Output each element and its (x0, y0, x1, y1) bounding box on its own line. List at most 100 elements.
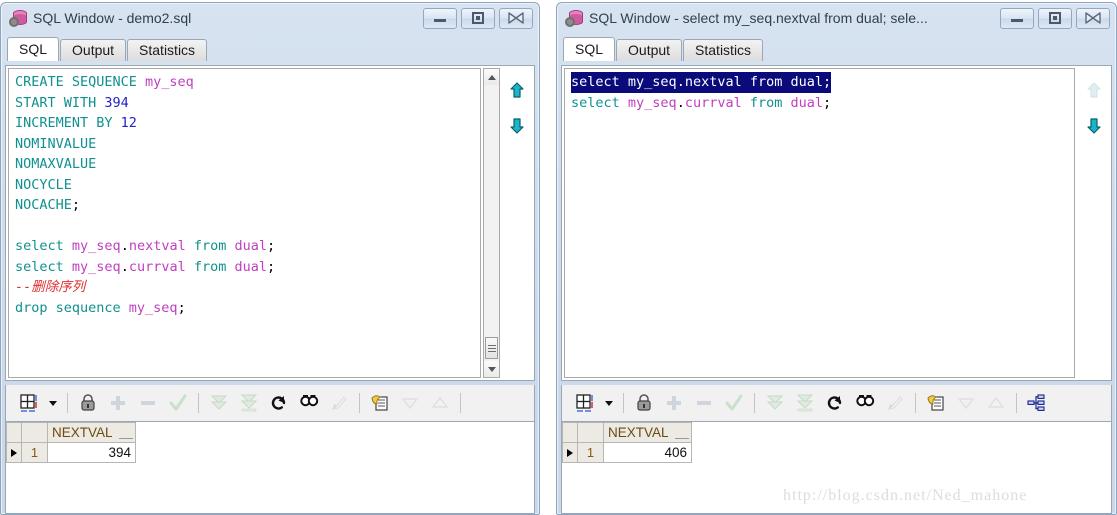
code-token: CREATE SEQUENCE (15, 74, 146, 90)
maximize-button-left[interactable] (461, 7, 495, 29)
previous-statement-icon-right[interactable] (1084, 80, 1104, 100)
result-grid-panel-right[interactable]: NEXTVAL 1 406 (561, 421, 1112, 514)
code-token: NOCYCLE (15, 176, 72, 193)
lock-icon[interactable] (73, 388, 103, 418)
result-table-left[interactable]: NEXTVAL 1 394 (6, 422, 136, 463)
copy-to-clipboard-icon[interactable] (921, 388, 951, 418)
post-changes-icon (719, 388, 749, 418)
code-line[interactable]: NOCACHE; (15, 195, 480, 216)
remove-record-icon (133, 388, 163, 418)
code-line[interactable]: select my_seq.nextval from dual; (571, 72, 1074, 93)
tab-statistics-right[interactable]: Statistics (683, 39, 764, 61)
toolbar-separator (62, 388, 73, 418)
tab-sql-right[interactable]: SQL (563, 37, 616, 61)
code-line[interactable]: drop sequence my_seq; (15, 298, 480, 319)
column-header-nextval[interactable]: NEXTVAL (47, 422, 136, 443)
result-table-right[interactable]: NEXTVAL 1 406 (562, 422, 692, 463)
minimize-button-right[interactable] (1000, 7, 1034, 29)
dropdown-arrow-icon[interactable] (44, 388, 62, 418)
code-line[interactable]: START WITH 394 (15, 93, 480, 114)
table-row[interactable]: 1 406 (562, 442, 692, 463)
result-toolbar-left[interactable] (5, 385, 535, 421)
tab-statistics-left[interactable]: Statistics (127, 39, 208, 61)
titlebar-left[interactable]: SQL Window - demo2.sql (1, 3, 539, 33)
tab-sql-left[interactable]: SQL (7, 37, 60, 61)
minimize-button-left[interactable] (423, 7, 457, 29)
editor-panel-right: select my_seq.nextval from dual; select m… (561, 65, 1112, 381)
tab-output-right[interactable]: Output (616, 39, 683, 61)
scroll-up-arrow-left[interactable] (484, 69, 499, 85)
column-header-nextval[interactable]: NEXTVAL (603, 422, 692, 443)
table-row[interactable]: 1 394 (6, 442, 136, 463)
code-line[interactable]: CREATE SEQUENCE my_seq (15, 72, 480, 93)
result-value-cell[interactable]: 406 (603, 442, 692, 463)
code-line[interactable]: NOMAXVALUE (15, 154, 480, 175)
row-number-cell: 1 (21, 442, 48, 463)
result-grid-panel-left[interactable]: NEXTVAL 1 394 (5, 421, 535, 514)
titlebar-right[interactable]: SQL Window - select my_seq.nextval from … (557, 3, 1116, 33)
tabstrip-left[interactable]: SQL Output Statistics (1, 37, 539, 61)
grid-layout-icon[interactable] (570, 388, 600, 418)
next-statement-icon-right[interactable] (1084, 116, 1104, 136)
refresh-icon[interactable] (264, 388, 294, 418)
row-number-header (21, 422, 48, 443)
lock-icon[interactable] (629, 388, 659, 418)
dropdown-arrow-icon[interactable] (600, 388, 618, 418)
code-token: select (571, 74, 628, 90)
code-token: from (741, 94, 791, 111)
current-row-marker-icon (562, 442, 578, 463)
code-line[interactable]: --删除序列 (15, 277, 480, 298)
result-value-cell[interactable]: 394 (47, 442, 136, 463)
code-line[interactable]: select my_seq.currval from dual; (571, 93, 1074, 114)
code-token: my_seq (145, 74, 194, 90)
sql-window-right[interactable]: SQL Window - select my_seq.nextval from … (556, 2, 1117, 515)
refresh-icon[interactable] (820, 388, 850, 418)
sql-editor-right[interactable]: select my_seq.nextval from dual; select m… (564, 68, 1075, 378)
grid-corner-cell[interactable] (6, 422, 22, 443)
code-token: ; (267, 258, 276, 275)
code-token: from (185, 238, 235, 254)
sql-editor-left[interactable]: CREATE SEQUENCE my_seq START WITH 394 INCR… (8, 68, 481, 378)
find-icon[interactable] (850, 388, 880, 418)
tab-output-left[interactable]: Output (60, 39, 127, 61)
code-token: currval (128, 258, 186, 275)
previous-statement-icon-left[interactable] (507, 80, 527, 100)
close-button-left[interactable] (499, 7, 533, 29)
scroll-down-arrow-left[interactable] (484, 361, 499, 377)
sql-window-left[interactable]: SQL Window - demo2.sql SQL Output Statis… (0, 2, 540, 515)
code-token: --删除序列 (15, 279, 86, 295)
result-toolbar-right[interactable] (561, 385, 1112, 421)
explain-plan-icon[interactable] (1022, 388, 1052, 418)
grid-corner-cell[interactable] (562, 422, 578, 443)
sql-code-left[interactable]: CREATE SEQUENCE my_seq START WITH 394 INCR… (9, 69, 480, 318)
tabstrip-right[interactable]: SQL Output Statistics (557, 37, 1116, 61)
scrollbar-thumb-left[interactable] (485, 337, 498, 359)
code-line[interactable]: select my_seq.currval from dual; (15, 257, 480, 278)
code-token: . (120, 238, 129, 254)
current-row-marker-icon (6, 442, 22, 463)
sql-code-right[interactable]: select my_seq.nextval from dual; select m… (565, 69, 1074, 113)
code-line[interactable]: NOMINVALUE (15, 134, 480, 155)
code-token: currval (684, 94, 742, 111)
copy-to-clipboard-icon[interactable] (365, 388, 395, 418)
code-line[interactable]: INCREMENT BY 12 (15, 113, 480, 134)
code-line[interactable]: select my_seq.nextval from dual; (15, 236, 480, 257)
next-statement-icon-left[interactable] (507, 116, 527, 136)
table-header-row: NEXTVAL (562, 422, 692, 443)
editor-scrollbar-left[interactable] (483, 68, 500, 378)
post-changes-icon (163, 388, 193, 418)
code-line[interactable]: NOCYCLE (15, 175, 480, 196)
column-resize-handle[interactable] (119, 438, 133, 439)
code-token: my_seq (71, 238, 121, 254)
maximize-button-right[interactable] (1038, 7, 1072, 29)
find-icon[interactable] (294, 388, 324, 418)
sort-ascending-icon (981, 388, 1011, 418)
close-button-right[interactable] (1076, 7, 1110, 29)
code-token: select (571, 94, 628, 111)
code-token: NOMAXVALUE (15, 156, 97, 172)
column-resize-handle[interactable] (675, 438, 689, 439)
grid-layout-icon[interactable] (14, 388, 44, 418)
code-line[interactable] (15, 216, 480, 237)
nav-arrows-right (1077, 66, 1111, 380)
window-title-left: SQL Window - demo2.sql (33, 10, 192, 26)
